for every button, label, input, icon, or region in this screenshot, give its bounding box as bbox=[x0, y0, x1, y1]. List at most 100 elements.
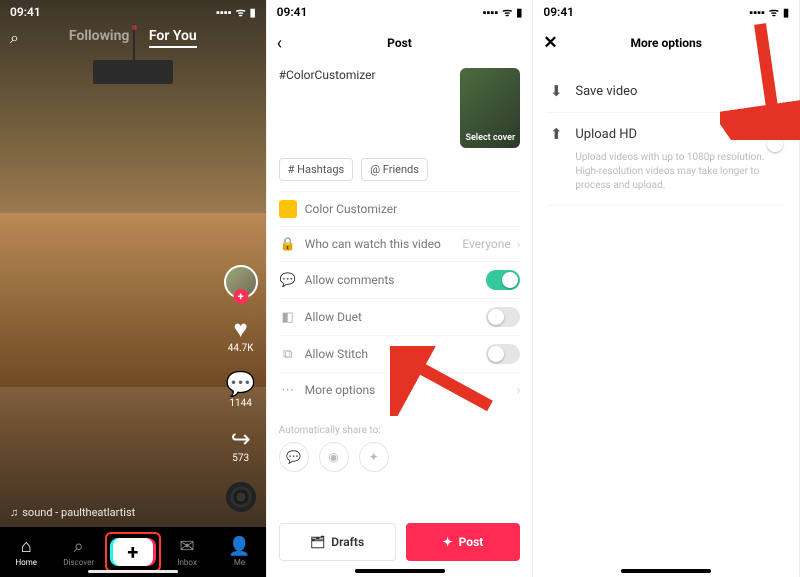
like-button[interactable]: ♥ 44.7K bbox=[228, 317, 254, 354]
auto-share-section: Automatically share to: 💬 ◉ ✦ bbox=[279, 425, 521, 472]
drafts-button[interactable]: 🗂 Drafts bbox=[279, 523, 396, 561]
link-badge-icon bbox=[279, 200, 297, 218]
cover-thumbnail[interactable]: Select cover bbox=[460, 68, 520, 148]
who-can-watch-row[interactable]: 🔒 Who can watch this video Everyone › bbox=[279, 226, 521, 261]
drafts-label: Drafts bbox=[331, 535, 364, 549]
upload-hd-label: Upload HD bbox=[575, 127, 637, 142]
inbox-icon: ✉ bbox=[161, 538, 213, 556]
share-count: 573 bbox=[231, 453, 251, 464]
home-icon: ⌂ bbox=[0, 538, 52, 556]
tab-for-you[interactable]: For You bbox=[149, 28, 197, 48]
lock-icon: 🔒 bbox=[279, 235, 297, 253]
who-value: Everyone bbox=[462, 237, 510, 251]
profile-icon: 👤 bbox=[213, 538, 265, 556]
more-icon: ⋯ bbox=[279, 381, 297, 399]
cover-label: Select cover bbox=[465, 133, 515, 143]
comment-icon: 💬 bbox=[226, 372, 256, 396]
sound-disc-icon[interactable] bbox=[226, 482, 256, 512]
post-title: Post bbox=[387, 36, 412, 50]
post-icon: ✦ bbox=[443, 535, 453, 549]
battery-icon: ▮ bbox=[516, 6, 522, 19]
status-bar: 09:41 ▪▪▪▪ ᯤ ▮ bbox=[533, 0, 799, 24]
nav-discover-label: Discover bbox=[52, 558, 104, 567]
wifi-icon: ᯤ bbox=[502, 5, 512, 20]
nav-discover[interactable]: ⌕ Discover bbox=[52, 538, 104, 567]
hashtags-chip[interactable]: # Hashtags bbox=[279, 158, 354, 181]
caption-input[interactable]: #ColorCustomizer bbox=[279, 68, 451, 148]
wifi-icon: ᯤ bbox=[236, 5, 246, 20]
signal-icon: ▪▪▪▪ bbox=[749, 6, 765, 19]
allow-stitch-toggle[interactable] bbox=[486, 344, 520, 364]
share-button[interactable]: ↪ 573 bbox=[231, 427, 251, 464]
allow-comments-row: 💬 Allow comments bbox=[279, 261, 521, 298]
share-message-icon[interactable]: 💬 bbox=[279, 442, 309, 472]
allow-comments-label: Allow comments bbox=[305, 273, 395, 287]
upload-icon: ⬆ bbox=[547, 125, 565, 143]
nav-inbox-label: Inbox bbox=[161, 558, 213, 567]
like-count: 44.7K bbox=[228, 343, 254, 354]
status-bar: 09:41 ▪▪▪▪ ᯤ ▮ bbox=[0, 0, 266, 24]
right-action-rail: + ♥ 44.7K 💬 1144 ↪ 573 bbox=[224, 265, 258, 512]
tab-following[interactable]: Following bbox=[69, 28, 129, 44]
upload-hd-row[interactable]: ⬆ Upload HD bbox=[547, 113, 785, 155]
status-time: 09:41 bbox=[277, 5, 308, 19]
battery-icon: ▮ bbox=[250, 6, 256, 19]
allow-duet-label: Allow Duet bbox=[305, 310, 362, 324]
comment-button[interactable]: 💬 1144 bbox=[226, 372, 256, 409]
nav-home[interactable]: ⌂ Home bbox=[0, 538, 52, 567]
share-other-icon[interactable]: ✦ bbox=[359, 442, 389, 472]
download-icon: ⬇ bbox=[547, 82, 565, 100]
search-icon: ⌕ bbox=[52, 538, 104, 556]
signal-icon: ▪▪▪▪ bbox=[216, 6, 232, 19]
feed-video-lamp bbox=[93, 60, 173, 84]
more-options-row[interactable]: ⋯ More options › bbox=[279, 372, 521, 407]
allow-duet-row: ◧ Allow Duet bbox=[279, 298, 521, 335]
save-video-label: Save video bbox=[575, 84, 637, 99]
home-indicator bbox=[355, 569, 445, 573]
allow-stitch-label: Allow Stitch bbox=[305, 347, 368, 361]
link-color-customizer[interactable]: Color Customizer bbox=[279, 191, 521, 226]
follow-plus-icon[interactable]: + bbox=[233, 289, 248, 304]
feed-caption: ♫ sound - paultheatlartist bbox=[10, 503, 196, 519]
upload-hd-hint: Upload videos with up to 1080p resolutio… bbox=[547, 151, 785, 206]
friends-chip[interactable]: @ Friends bbox=[361, 158, 428, 181]
nav-home-label: Home bbox=[0, 558, 52, 567]
home-indicator bbox=[621, 569, 711, 573]
post-footer: 🗂 Drafts ✦ Post bbox=[267, 513, 533, 577]
author-avatar[interactable]: + bbox=[224, 265, 258, 299]
more-options-title: More options bbox=[630, 36, 701, 50]
back-button[interactable]: ‹ bbox=[277, 33, 282, 54]
more-options-header: ✕ More options bbox=[533, 24, 799, 62]
save-video-row[interactable]: ⬇ Save video bbox=[547, 70, 785, 113]
nav-inbox[interactable]: ✉ Inbox bbox=[161, 538, 213, 567]
allow-duet-toggle[interactable] bbox=[486, 307, 520, 327]
screen-more-options: 09:41 ▪▪▪▪ ᯤ ▮ ✕ More options ⬇ Save vid… bbox=[533, 0, 800, 577]
nav-create[interactable]: + bbox=[105, 532, 161, 572]
more-options-label: More options bbox=[305, 383, 376, 397]
allow-stitch-row: ⧉ Allow Stitch bbox=[279, 335, 521, 372]
post-header: ‹ Post bbox=[267, 24, 533, 62]
music-note-icon: ♫ bbox=[10, 506, 18, 519]
who-label: Who can watch this video bbox=[305, 237, 441, 251]
drafts-icon: 🗂 bbox=[310, 535, 325, 549]
chevron-right-icon: › bbox=[517, 383, 521, 397]
comment-count: 1144 bbox=[226, 398, 256, 409]
status-time: 09:41 bbox=[10, 5, 41, 19]
sound-label[interactable]: sound - paultheatlartist bbox=[22, 506, 135, 519]
post-button[interactable]: ✦ Post bbox=[406, 523, 521, 561]
share-icon: ↪ bbox=[231, 427, 251, 451]
share-instagram-icon[interactable]: ◉ bbox=[319, 442, 349, 472]
comment-icon: 💬 bbox=[279, 271, 297, 289]
duet-icon: ◧ bbox=[279, 308, 297, 326]
nav-me-label: Me bbox=[213, 558, 265, 567]
create-highlight-box: + bbox=[105, 532, 161, 572]
link-label: Color Customizer bbox=[305, 202, 397, 216]
wifi-icon: ᯤ bbox=[769, 5, 779, 20]
allow-comments-toggle[interactable] bbox=[486, 270, 520, 290]
create-button[interactable]: + bbox=[113, 538, 153, 566]
close-button[interactable]: ✕ bbox=[543, 33, 557, 53]
heart-icon: ♥ bbox=[228, 317, 254, 341]
status-bar: 09:41 ▪▪▪▪ ᯤ ▮ bbox=[267, 0, 533, 24]
nav-me[interactable]: 👤 Me bbox=[213, 538, 265, 567]
screen-feed: 09:41 ▪▪▪▪ ᯤ ▮ ⌕ Following For You + ♥ 4… bbox=[0, 0, 267, 577]
